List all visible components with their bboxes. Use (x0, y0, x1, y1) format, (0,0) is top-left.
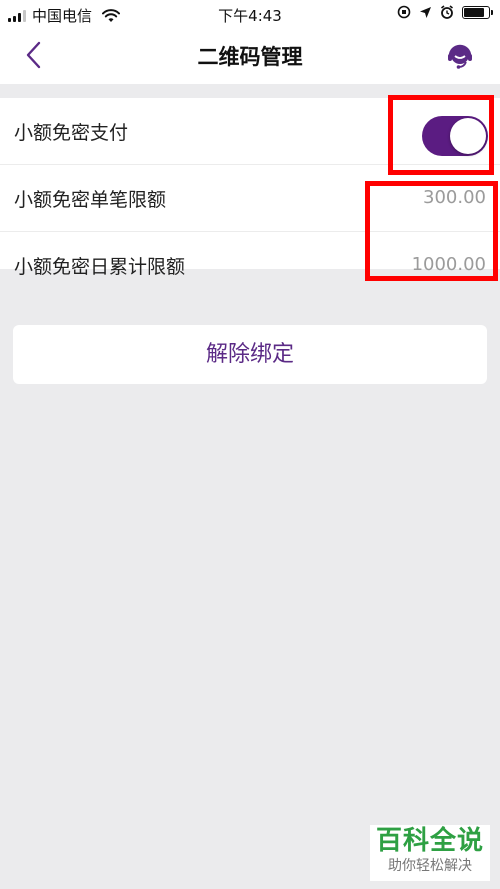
status-bar: 中国电信 下午4:43 (0, 0, 500, 28)
nav-bar: 二维码管理 (0, 28, 500, 84)
annotation-box-toggle (388, 95, 494, 175)
watermark-title: 百科全说 (375, 826, 484, 856)
customer-service-button[interactable] (444, 40, 476, 72)
daily-limit-label: 小额免密日累计限额 (14, 256, 186, 278)
location-icon (420, 6, 431, 18)
unbind-button[interactable]: 解除绑定 (13, 325, 487, 384)
annotation-box-limits (365, 181, 498, 281)
single-limit-label: 小额免密单笔限额 (14, 189, 167, 211)
watermark-subtitle: 助你轻松解决 (388, 858, 472, 874)
page-title: 二维码管理 (197, 45, 303, 69)
small-amount-pay-label: 小额免密支付 (14, 122, 129, 144)
orientation-lock-icon (397, 5, 411, 19)
customer-service-icon (448, 44, 472, 69)
battery-icon (462, 5, 493, 19)
watermark-logo: 百科全说 助你轻松解决 (370, 825, 490, 881)
alarm-icon (441, 5, 453, 19)
status-right (397, 5, 493, 19)
